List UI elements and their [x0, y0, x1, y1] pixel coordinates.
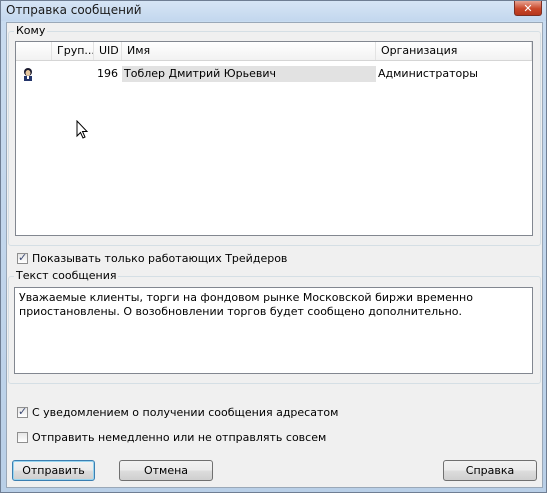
send-now-or-never-label[interactable]: Отправить немедленно или не отправлять с… — [32, 431, 326, 444]
mouse-cursor-icon — [76, 120, 89, 139]
recipients-list-header: Груп... UID Имя Организация — [16, 42, 532, 61]
user-icon — [24, 68, 32, 81]
dialog-client-area: Кому Груп... UID Имя Организация 196 Тоб… — [6, 22, 543, 488]
message-group-title: Текст сообщения — [14, 269, 119, 282]
recipients-group-title: Кому — [14, 24, 48, 37]
only-working-traders-label[interactable]: Показывать только работающих Трейдеров — [32, 252, 287, 265]
message-textarea[interactable]: Уважаемые клиенты, торги на фондовом рын… — [14, 287, 533, 374]
dialog-window: Отправка сообщений ✕ Кому Груп... UID Им… — [0, 0, 547, 493]
close-button[interactable]: ✕ — [514, 1, 542, 16]
title-bar[interactable]: Отправка сообщений ✕ — [1, 1, 546, 21]
checkmark-icon: ✓ — [18, 251, 28, 264]
send-button[interactable]: Отправить — [12, 460, 95, 481]
recipients-list[interactable]: Груп... UID Имя Организация 196 Тоблер Д… — [15, 41, 533, 236]
table-row[interactable]: 196 Тоблер Дмитрий Юрьевич Администратор… — [16, 66, 532, 82]
close-icon: ✕ — [523, 1, 533, 15]
cell-group — [52, 66, 94, 82]
send-now-or-never-checkbox[interactable] — [17, 432, 28, 443]
cancel-button[interactable]: Отмена — [119, 460, 213, 481]
column-header-uid[interactable]: UID — [94, 42, 122, 60]
column-header-group[interactable]: Груп... — [52, 42, 94, 60]
cell-name: Тоблер Дмитрий Юрьевич — [122, 66, 376, 82]
only-working-traders-checkbox[interactable]: ✓ — [17, 251, 28, 264]
column-header-name[interactable]: Имя — [122, 42, 376, 60]
window-title: Отправка сообщений — [6, 3, 142, 17]
read-receipt-label[interactable]: С уведомлением о получении сообщения адр… — [32, 406, 338, 419]
read-receipt-checkbox[interactable]: ✓ — [17, 405, 28, 418]
column-header-organization[interactable]: Организация — [376, 42, 532, 60]
column-header-icon[interactable] — [16, 42, 52, 60]
checkmark-icon: ✓ — [18, 405, 28, 418]
cell-uid: 196 — [97, 67, 118, 80]
recipients-group: Кому Груп... UID Имя Организация 196 Тоб… — [8, 24, 541, 246]
help-button[interactable]: Справка — [443, 460, 537, 481]
cell-organization: Администраторы — [378, 67, 478, 80]
